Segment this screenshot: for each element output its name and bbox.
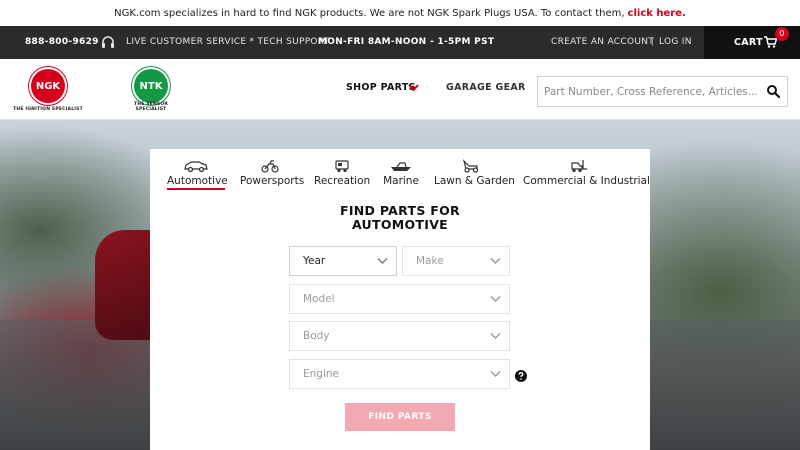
support-hours: MON-FRI 8AM-NOON - 1-5PM PST xyxy=(318,37,495,47)
cart-label: CART xyxy=(734,37,763,48)
engine-select-value: Engine xyxy=(303,368,339,380)
tab-lawn-garden[interactable]: Lawn & Garden xyxy=(434,159,515,193)
tab-label: Marine xyxy=(383,175,419,187)
model-select-value: Model xyxy=(303,293,335,305)
announcement-bar: NGK.com specializes in hard to find NGK … xyxy=(0,0,800,26)
rv-icon xyxy=(335,160,349,173)
site-header: NGK THE IGNITION SPECIALIST NTK THE SENS… xyxy=(0,59,800,120)
tab-recreation[interactable]: Recreation xyxy=(314,159,370,193)
finder-title: FIND PARTS FOR AUTOMOTIVE xyxy=(150,204,650,232)
boat-icon xyxy=(391,162,411,171)
finder-title-line2: AUTOMOTIVE xyxy=(351,217,449,232)
nav-garage-gear[interactable]: GARAGE GEAR xyxy=(446,59,526,117)
ngk-logo-tagline: THE IGNITION SPECIALIST xyxy=(13,107,83,112)
cart-icon xyxy=(764,36,777,48)
tab-commercial-industrial[interactable]: Commercial & Industrial xyxy=(523,159,650,193)
ntk-logo-tagline: THE SENSOR SPECIALIST xyxy=(133,102,169,112)
chevron-down-icon xyxy=(490,333,501,339)
search-input[interactable] xyxy=(538,77,758,106)
chevron-down-icon xyxy=(490,371,501,377)
utility-bar: 888-800-9629 LIVE CUSTOMER SERVICE * TEC… xyxy=(0,26,800,59)
headset-icon xyxy=(102,36,114,48)
body-select[interactable]: Body xyxy=(289,321,510,351)
chevron-down-icon xyxy=(377,258,388,264)
tab-marine[interactable]: Marine xyxy=(382,159,420,193)
ngk-logo-mark: NGK xyxy=(31,69,65,103)
contact-link[interactable]: click here. xyxy=(628,8,686,19)
make-select[interactable]: Make xyxy=(402,246,510,276)
tab-label: Commercial & Industrial xyxy=(523,175,650,187)
customer-service-text: LIVE CUSTOMER SERVICE * TECH SUPPORT xyxy=(126,37,330,47)
site-search xyxy=(537,76,788,107)
car-icon xyxy=(184,161,208,173)
announcement-text: NGK.com specializes in hard to find NGK … xyxy=(114,7,625,19)
cart-count-badge: 0 xyxy=(775,27,789,41)
parts-finder: Automotive Powersports Recreation Marine xyxy=(150,149,650,450)
phone-number[interactable]: 888-800-9629 xyxy=(25,26,99,59)
ntk-logo[interactable]: NTK THE SENSOR SPECIALIST xyxy=(118,67,184,113)
ntk-logo-mark: NTK xyxy=(134,69,168,103)
engine-select[interactable]: Engine xyxy=(289,359,510,389)
login-link[interactable]: LOG IN xyxy=(659,26,692,59)
forklift-icon xyxy=(571,160,587,173)
make-select-value: Make xyxy=(416,255,444,267)
year-select[interactable]: Year xyxy=(289,246,397,276)
chevron-down-icon xyxy=(490,296,501,302)
tab-label: Lawn & Garden xyxy=(434,175,515,187)
finder-title-line1: FIND PARTS FOR xyxy=(339,203,460,218)
help-icon[interactable] xyxy=(515,370,527,382)
tab-automotive[interactable]: Automotive xyxy=(167,159,228,193)
motorcycle-icon xyxy=(261,160,279,173)
year-select-value: Year xyxy=(303,255,326,267)
body-select-value: Body xyxy=(303,330,330,342)
ngk-logo[interactable]: NGK THE IGNITION SPECIALIST xyxy=(13,67,83,113)
mower-icon xyxy=(462,159,479,173)
create-account-link[interactable]: CREATE AN ACCOUNT xyxy=(551,26,654,59)
chevron-down-icon xyxy=(490,258,501,264)
find-parts-button[interactable]: FIND PARTS xyxy=(345,403,455,431)
cart-button[interactable]: CART 0 xyxy=(704,26,800,59)
nav-shop-parts[interactable]: SHOP PARTS xyxy=(346,59,416,117)
search-icon[interactable] xyxy=(766,84,781,99)
tab-label: Recreation xyxy=(314,175,371,187)
tab-label: Powersports xyxy=(240,175,305,187)
chevron-down-icon[interactable] xyxy=(408,83,419,92)
utility-separator: | xyxy=(651,37,655,47)
tab-powersports[interactable]: Powersports xyxy=(240,159,305,193)
model-select[interactable]: Model xyxy=(289,284,510,314)
tab-label: Automotive xyxy=(167,175,228,190)
